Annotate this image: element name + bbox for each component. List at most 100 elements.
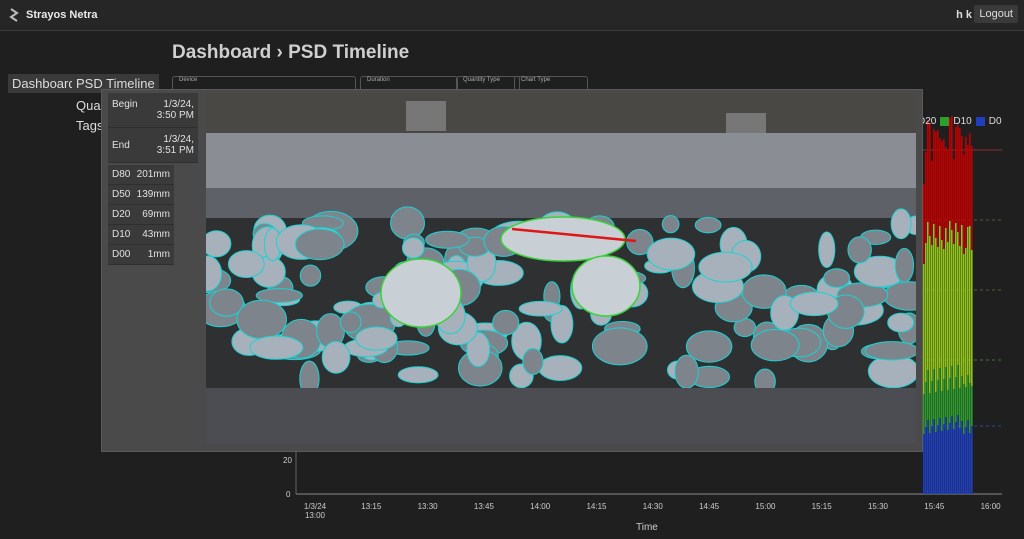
bar-segment	[945, 417, 947, 494]
bar-segment	[945, 228, 947, 367]
end-row: End 1/3/24, 3:51 PM	[108, 128, 198, 163]
bar-segment	[967, 375, 969, 420]
x-tick-label: 13:15	[361, 502, 382, 511]
bar-segment	[969, 383, 971, 433]
legend-d0: D0	[988, 116, 1002, 127]
begin-row: Begin 1/3/24, 3:50 PM	[108, 93, 198, 128]
bar-segment	[935, 432, 937, 494]
bar-segment	[947, 150, 949, 242]
rock-outline	[299, 264, 322, 287]
rock-outline	[206, 230, 232, 258]
y-tick-label: 0	[286, 490, 291, 499]
rock-outline	[236, 299, 287, 340]
rock-outline	[750, 328, 800, 362]
bar-segment	[939, 418, 941, 494]
y-tick-label: 20	[283, 456, 292, 465]
bar-segment	[923, 394, 925, 434]
stat-row: D50 139mm	[108, 185, 174, 205]
rock-outline	[249, 335, 304, 360]
bar-segment	[927, 370, 929, 420]
legend-d10-swatch	[940, 117, 950, 126]
bar-segment	[931, 426, 933, 494]
x-tick-label: 15:45	[924, 502, 945, 511]
bar-segment	[927, 222, 929, 370]
rock-outline	[864, 341, 916, 361]
bar-segment	[927, 420, 929, 494]
bar-segment	[927, 120, 929, 222]
x-tick-label: 15:00	[755, 502, 776, 511]
bar-segment	[959, 128, 961, 246]
rock-outline	[321, 340, 351, 374]
rock-outline	[887, 312, 915, 333]
bar-segment	[965, 248, 967, 387]
image-preview-modal: Begin 1/3/24, 3:50 PM End 1/3/24, 3:51 P…	[101, 89, 923, 452]
bar-segment	[929, 236, 931, 393]
bar-segment	[957, 365, 959, 415]
bar-segment	[945, 147, 947, 228]
bar-segment	[931, 161, 933, 245]
stat-row: D80 201mm	[108, 165, 174, 185]
bar-segment	[961, 376, 963, 421]
bar-segment	[955, 127, 957, 223]
bar-segment	[925, 152, 927, 243]
bar-segment	[941, 431, 943, 494]
bar-segment	[933, 419, 935, 494]
end-date: 1/3/24,	[163, 134, 194, 145]
bar-segment	[929, 123, 931, 236]
bar-segment	[935, 238, 937, 392]
bar-segment	[961, 225, 963, 376]
bar-segment	[963, 154, 965, 254]
bar-segment	[947, 390, 949, 430]
rock-outline	[389, 206, 426, 240]
bar-segment	[971, 146, 973, 250]
end-label: End	[112, 139, 130, 151]
bar-segment	[949, 221, 951, 378]
bar-segment	[965, 137, 967, 248]
x-tick-label: 1/3/24 13:00	[303, 502, 327, 520]
bar-segment	[943, 139, 945, 249]
bar-segment	[931, 381, 933, 426]
bar-segment	[959, 388, 961, 428]
rock-outline	[355, 326, 398, 351]
large-rock-outline	[380, 258, 462, 328]
large-rock-outline	[571, 255, 641, 317]
bar-segment	[943, 249, 945, 379]
bar-segment	[957, 415, 959, 494]
bar-segment	[955, 422, 957, 494]
bar-segment	[963, 384, 965, 434]
bar-segment	[967, 420, 969, 494]
rock-outline	[401, 237, 425, 259]
bar-segment	[949, 378, 951, 423]
rock-outline	[818, 231, 836, 269]
x-tick-label: 15:15	[811, 502, 832, 511]
bar-segment	[937, 380, 939, 425]
bar-segment	[953, 389, 955, 429]
rock-outline	[694, 216, 722, 234]
rock-outline	[522, 348, 544, 375]
bar-segment	[941, 240, 943, 391]
rock-outline	[823, 268, 851, 289]
bar-segment	[969, 133, 971, 226]
rock-outline	[339, 311, 362, 334]
stat-row: D20 69mm	[108, 205, 174, 225]
bar-segment	[933, 369, 935, 419]
x-tick-label: 16:00	[980, 502, 1001, 511]
bar-segment	[953, 429, 955, 494]
bar-segment	[963, 434, 965, 494]
rock-outline	[227, 250, 265, 279]
bar-segment	[931, 245, 933, 381]
bar-segment	[923, 264, 925, 394]
stat-row: D10 43mm	[108, 225, 174, 245]
bar-segment	[951, 366, 953, 416]
time-range-panel: Begin 1/3/24, 3:50 PM End 1/3/24, 3:51 P…	[108, 93, 198, 163]
rock-outline	[518, 300, 563, 317]
x-tick-label: 14:15	[586, 502, 607, 511]
bar-segment	[953, 159, 955, 244]
bar-segment	[949, 118, 951, 221]
bar-segment	[951, 230, 953, 366]
rock-outline	[425, 230, 470, 249]
bar-segment	[937, 425, 939, 494]
x-axis-label: Time	[636, 522, 658, 533]
x-tick-label: 14:45	[699, 502, 720, 511]
bar-segment	[923, 434, 925, 494]
